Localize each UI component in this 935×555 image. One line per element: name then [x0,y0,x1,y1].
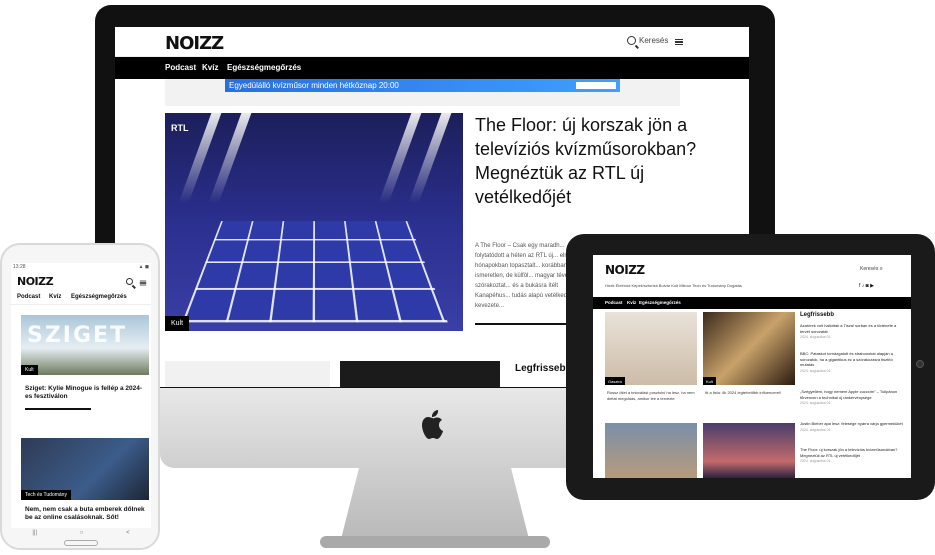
tablet-search[interactable]: Keresés ≡ [860,266,883,272]
card-caption[interactable]: Itt a lista: ők 2024 legtehetőbb influen… [705,390,795,396]
phone-screen: 13:28 ▲ ◼ NOIZZ Podcast Kvíz Egészségmeg… [11,263,151,528]
floor-grid [182,221,448,323]
status-icons: ▲ ◼ [138,264,150,270]
phone-system-nav: ||| ○ < [11,530,151,540]
article-title[interactable]: Sziget: Kylie Minogue is fellép a 2024-e… [25,385,147,401]
device-mockup-stage: NOIZZ Keresés Podcast Kvíz Egészségmegőr… [0,0,935,555]
tablet-search-label: Keresés [860,266,879,272]
article-underline [25,408,91,410]
tablet-nav-bar: Podcast Kvíz Egészségmegőrzés [593,297,911,309]
tablet-logo[interactable]: NOIZZ [605,263,645,277]
sidebar-item[interactable]: Justin Bieber apa lesz: felesége nyárra … [800,421,905,433]
phone-nav-egeszseg[interactable]: Egészségmegőrzés [71,294,127,300]
desktop-header: NOIZZ Keresés [115,27,749,57]
search-icon[interactable] [126,278,133,285]
menu-icon[interactable] [675,39,683,45]
card-caption[interactable]: Rossz ötlet a tetoválást posztolni ha le… [607,390,697,402]
apple-logo-icon [422,410,443,439]
latest-heading: Legfrissebb [515,363,572,374]
card-row [165,361,505,387]
home-button[interactable]: ○ [80,530,84,540]
phone-logo[interactable]: NOIZZ [17,275,54,288]
nav-item-kviz[interactable]: Kvíz [202,63,218,72]
article-image-sziget[interactable]: SZIGET Kult [21,315,149,375]
nav-item-egeszseg[interactable]: Egészségmegőrzés [227,63,301,72]
card-image-sunset[interactable] [703,423,795,478]
card-badge: Gasztró [605,377,626,385]
hero-image[interactable]: RTL Kult [165,113,463,331]
desktop-stand-base [320,536,550,548]
desktop-search[interactable]: Keresés [627,36,668,45]
nav-item-podcast[interactable]: Podcast [165,63,196,72]
ad-banner[interactable]: Egyedülálló kvízműsor minden hétköznap 2… [165,79,680,106]
card-image-person[interactable]: Kult [703,312,795,385]
back-button[interactable]: < [126,530,130,540]
ad-banner-text: Egyedülálló kvízműsor minden hétköznap 2… [229,81,399,90]
site-logo[interactable]: NOIZZ [165,33,224,54]
card-image[interactable] [340,361,500,387]
search-label: Keresés [639,36,669,45]
phone-nav-bar: Podcast Kvíz Egészségmegőrzés [11,291,151,305]
sziget-word: SZIGET [27,323,128,348]
sidebar-item[interactable]: Azahírek volt hallottak a Tisza! sorban … [800,323,905,341]
sidebar-item[interactable]: The Floor: új korszak jön a televíziós k… [800,447,905,465]
phone-nav-kviz[interactable]: Kvíz [49,294,61,300]
tablet-nav-egeszseg[interactable]: Egészségmegőrzés [639,300,681,305]
card-image-athlete[interactable] [605,423,697,478]
card-badge: Kult [703,377,716,385]
category-badge: Tech és Tudomány [21,490,71,500]
phone-nav-podcast[interactable]: Podcast [17,294,40,300]
sidebar-item[interactable]: BBC: Pataskot tornázgatott és strabonoka… [800,351,905,374]
card-image[interactable] [165,361,330,387]
tablet-screen: NOIZZ Keresés ≡ Hírek Életmód Képek/szto… [593,255,911,478]
desktop-nav-bar: Podcast Kvíz Egészségmegőrzés [115,57,749,79]
search-icon [627,36,636,45]
article-title[interactable]: Nem, nem csak a buta emberek dőlnek be a… [25,506,147,522]
phone-home-button[interactable] [64,540,98,546]
status-time: 13:28 [13,264,26,270]
social-icons[interactable]: f ♪ ◙ ▶ [859,283,874,289]
hero-title[interactable]: The Floor: új korszak jön a televíziós k… [475,113,705,209]
ad-banner-strip: Egyedülálló kvízműsor minden hétköznap 2… [225,79,620,92]
tablet-nav-podcast[interactable]: Podcast [605,300,623,305]
card-image-mannequin[interactable]: Gasztró [605,312,697,385]
recent-apps-button[interactable]: ||| [32,530,37,540]
category-badge[interactable]: Kult [165,316,190,331]
tablet-sidebar-title: Legfrissebb [800,312,835,318]
tablet-nav-kviz[interactable]: Kvíz [627,300,636,305]
tablet-home-button [916,360,924,368]
article-image-tech[interactable]: Tech és Tudomány [21,438,149,500]
phone-status-bar: 13:28 ▲ ◼ [13,264,149,270]
menu-icon[interactable] [139,280,147,286]
sidebar-item[interactable]: „Szégyellem, hogy nemem Apple cucccim" –… [800,389,905,407]
desktop-stand [340,468,530,543]
ad-banner-tag [576,82,616,89]
rtl-logo: RTL [171,123,189,133]
category-badge: Kult [21,365,38,375]
phone-frame: 13:28 ▲ ◼ NOIZZ Podcast Kvíz Egészségmeg… [0,243,160,550]
